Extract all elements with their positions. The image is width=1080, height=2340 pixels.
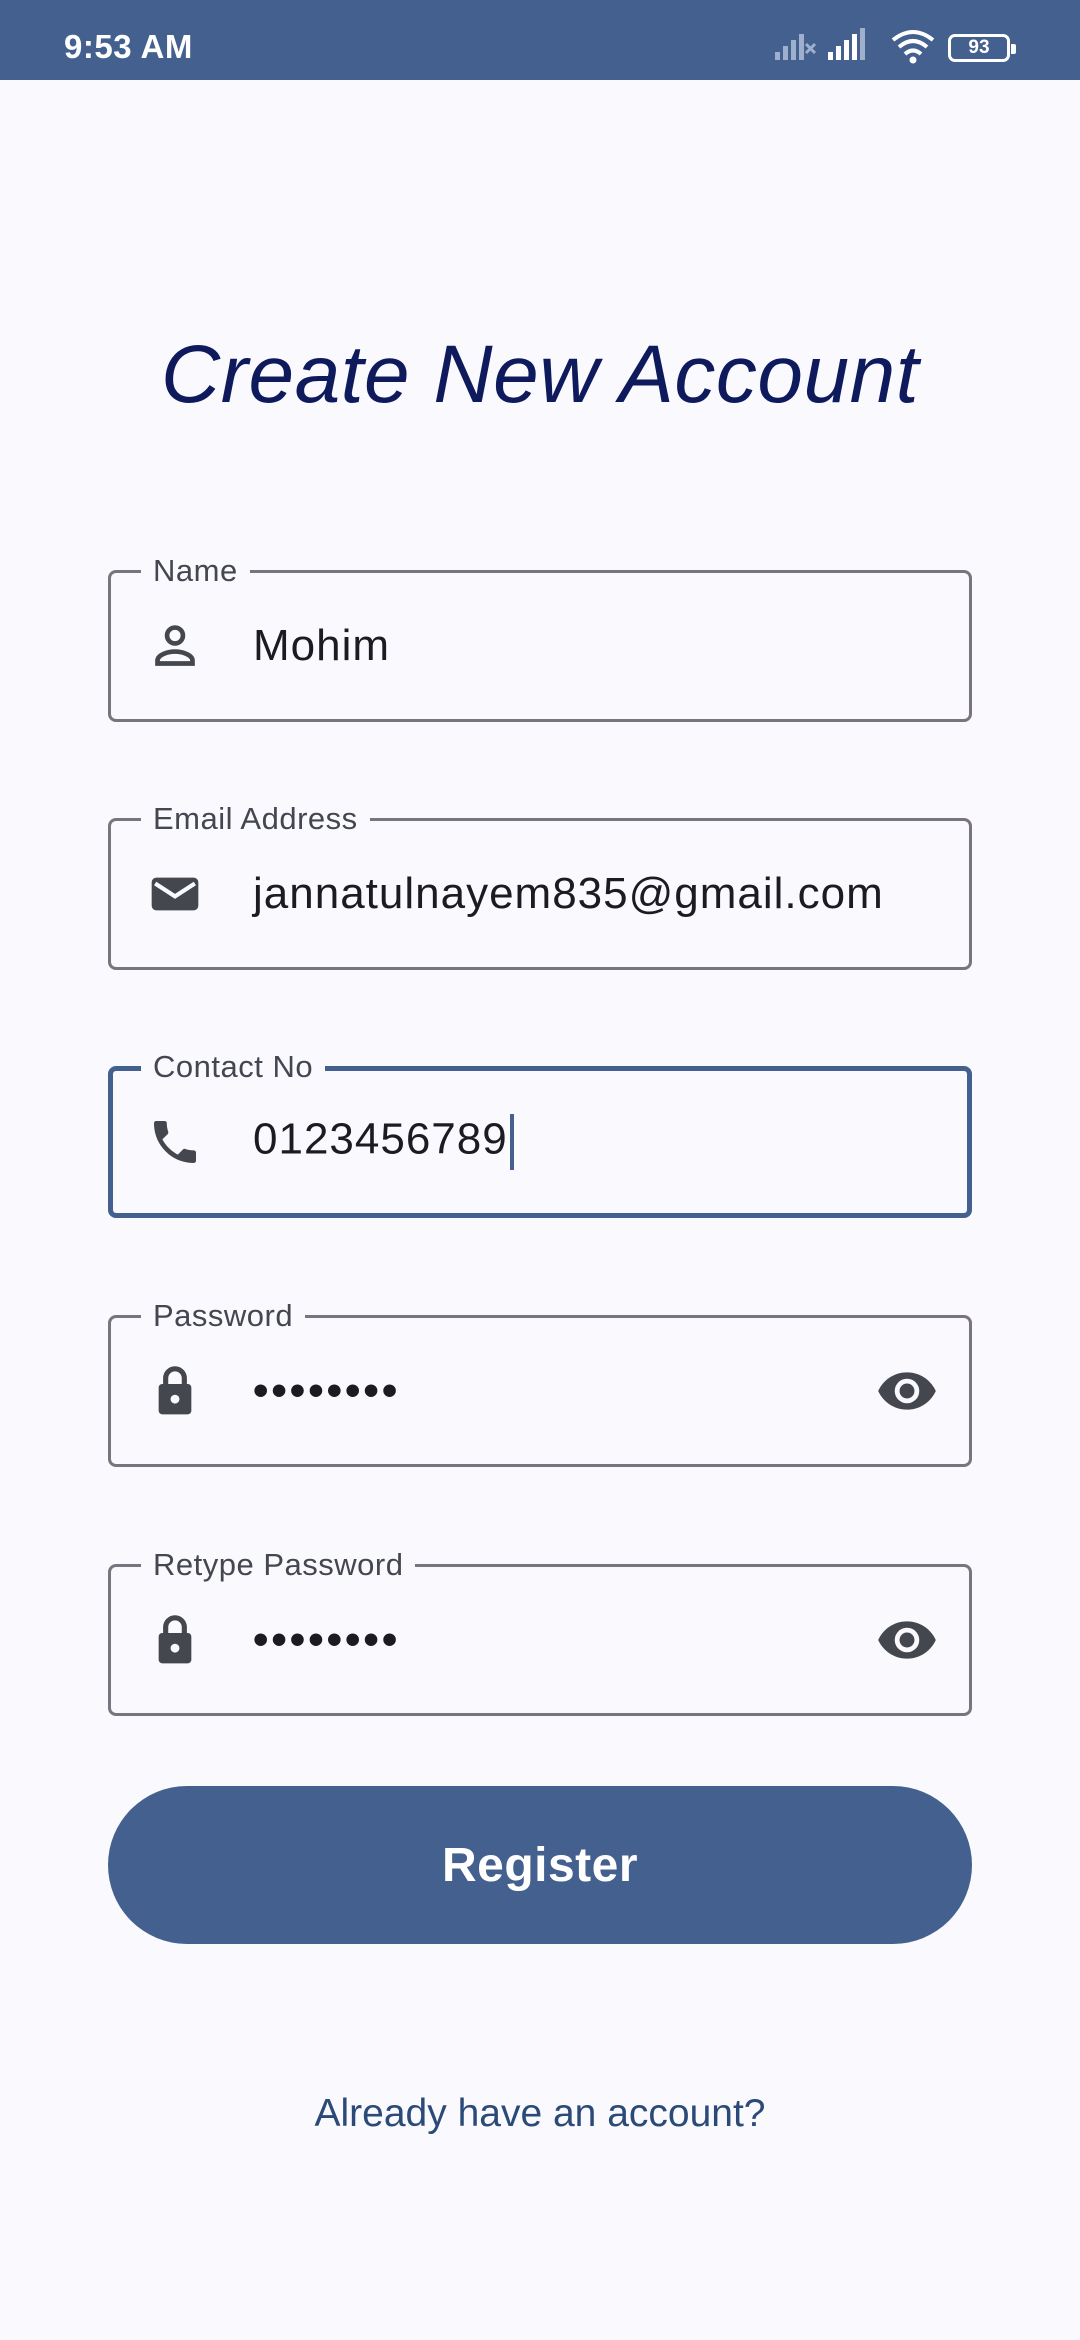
signal-icon [828,28,865,60]
password-input[interactable]: •••••••• [253,1366,400,1416]
status-time: 9:53 AM [64,28,193,65]
mail-icon [151,877,199,911]
signal-off-icon [775,34,817,60]
page-title: Create New Account [161,329,919,420]
register-button[interactable]: Register [108,1786,972,1944]
battery-icon: 93 [948,34,1016,62]
email-label: Email Address [141,799,370,839]
person-icon [155,625,195,666]
status-bar: 9:53 AM 93 [0,0,1080,80]
email-input[interactable]: jannatulnayem835@gmail.com [253,869,884,919]
battery-level: 93 [968,37,990,58]
name-input[interactable]: Mohim [253,621,390,671]
eye-icon[interactable] [875,1359,939,1423]
lock-icon [158,1615,192,1664]
eye-icon[interactable] [875,1608,939,1672]
wifi-icon [891,30,935,64]
password-label: Password [141,1296,306,1336]
password-field[interactable]: Password •••••••• [108,1296,972,1467]
retype-password-label: Retype Password [141,1545,416,1585]
retype-password-field[interactable]: Retype Password •••••••• [108,1545,972,1716]
contact-value: 0123456789 [253,1114,508,1164]
login-link[interactable]: Already have an account? [0,2092,1080,2136]
name-field[interactable]: Name Mohim [108,551,972,722]
contact-field[interactable]: Contact No 0123456789 [108,1047,972,1218]
name-label: Name [141,551,250,591]
text-caret [509,1114,514,1170]
email-field[interactable]: Email Address jannatulnayem835@gmail.com [108,799,972,970]
contact-label: Contact No [141,1047,326,1087]
register-button-label: Register [441,1838,639,1892]
phone-icon [154,1121,196,1163]
lock-icon [158,1366,192,1415]
contact-input[interactable]: 0123456789 [253,1114,514,1170]
retype-password-input[interactable]: •••••••• [253,1615,400,1665]
